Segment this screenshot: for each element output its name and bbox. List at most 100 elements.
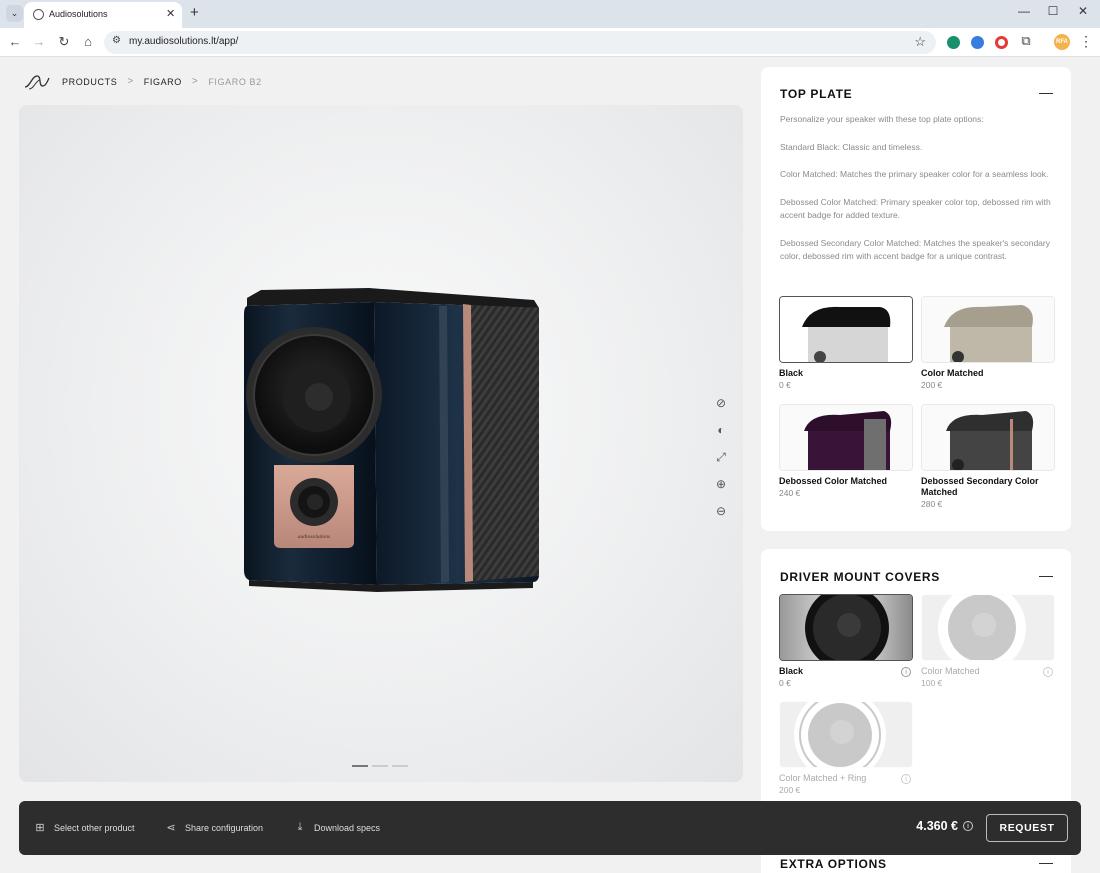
grid-icon: ⊞ xyxy=(35,822,45,834)
extension-record-icon[interactable] xyxy=(995,36,1008,49)
window-maximize-button[interactable]: ☐ xyxy=(1043,4,1063,18)
breadcrumb: PRODUCTS > FIGARO > FIGARO B2 xyxy=(62,76,262,87)
driver-mount-covers-collapse-icon[interactable]: — xyxy=(1039,567,1053,583)
top-plate-title: TOP PLATE xyxy=(780,87,853,101)
address-bar[interactable]: ⚙ my.audiosolutions.lt/app/ ☆ xyxy=(104,31,936,54)
option-thumbnail xyxy=(779,296,913,363)
home-icon[interactable]: ⌂ xyxy=(80,34,96,49)
audiosolutions-logo-icon[interactable] xyxy=(24,72,50,90)
description-paragraph: Debossed Secondary Color Matched: Matche… xyxy=(780,237,1050,262)
breadcrumb-figaro[interactable]: FIGARO xyxy=(144,77,182,87)
url-text[interactable]: my.audiosolutions.lt/app/ xyxy=(129,36,238,47)
description-paragraph: Debossed Color Matched: Primary speaker … xyxy=(780,196,1051,221)
breadcrumb-products[interactable]: PRODUCTS xyxy=(62,77,117,87)
forward-arrow-icon[interactable]: → xyxy=(31,34,47,49)
window-close-button[interactable]: ✕ xyxy=(1073,4,1093,18)
download-specs-button[interactable]: ⤓ Download specs xyxy=(294,821,380,834)
top-plate-option-color-matched[interactable]: Color Matched 200 € xyxy=(921,296,1055,390)
tab-search-button[interactable]: ⌄ xyxy=(6,5,23,22)
back-arrow-icon[interactable]: ← xyxy=(7,34,23,49)
view-dot[interactable] xyxy=(352,765,368,767)
info-icon[interactable]: i xyxy=(901,774,911,784)
driver-mount-covers-title: DRIVER MOUNT COVERS xyxy=(780,570,940,584)
breadcrumb-separator: > xyxy=(191,76,199,87)
extra-options-collapse-icon[interactable]: — xyxy=(1039,854,1053,870)
zoom-out-icon[interactable]: ⊖ xyxy=(713,503,729,519)
info-icon[interactable]: i xyxy=(1043,667,1053,677)
site-info-icon[interactable]: ⚙ xyxy=(112,35,121,46)
globe-icon xyxy=(33,9,44,20)
option-thumbnail xyxy=(779,404,913,471)
tab-close-button[interactable]: ✕ xyxy=(166,7,175,20)
option-name: Black xyxy=(779,368,804,378)
option-thumbnail xyxy=(921,594,1055,661)
download-icon: ⤓ xyxy=(297,821,303,833)
browser-menu-icon[interactable]: ⋮ xyxy=(1079,33,1093,50)
top-plate-option-debossed-color-matched[interactable]: Debossed Color Matched 240 € xyxy=(779,404,913,498)
configurator-page: PRODUCTS > FIGARO > FIGARO B2 audiosolut… xyxy=(0,58,1100,873)
breadcrumb-separator: > xyxy=(127,76,134,87)
zoom-in-icon[interactable]: ⊕ xyxy=(713,476,729,492)
select-other-product-label: Select other product xyxy=(54,822,135,833)
option-thumbnail xyxy=(921,404,1055,471)
option-thumbnail xyxy=(779,594,913,661)
select-other-product-button[interactable]: ⊞ Select other product xyxy=(34,821,135,834)
bookmark-star-icon[interactable]: ☆ xyxy=(914,34,926,50)
driver-cover-option-color-matched-ring[interactable]: Color Matched + Ring 200 € i xyxy=(779,701,913,795)
fullscreen-icon[interactable]: ⤢ xyxy=(713,449,729,465)
option-price: 240 € xyxy=(779,488,801,498)
reload-icon[interactable]: ↻ xyxy=(56,34,72,50)
driver-cover-option-color-matched[interactable]: Color Matched 100 € i xyxy=(921,594,1055,688)
description-paragraph: Color Matched: Matches the primary speak… xyxy=(780,169,1049,179)
option-name: Color Matched xyxy=(921,666,980,676)
option-thumbnail xyxy=(779,701,913,768)
speaker-brand-text: audiosolutions xyxy=(298,534,330,540)
option-name: Debossed Color Matched xyxy=(779,476,888,486)
browser-toolbar: ← → ↻ ⌂ ⚙ my.audiosolutions.lt/app/ ☆ ⧉ … xyxy=(0,28,1100,57)
driver-mount-covers-panel: DRIVER MOUNT COVERS — Black 0 € i Color … xyxy=(761,549,1071,839)
share-configuration-button[interactable]: ⋖ Share configuration xyxy=(165,821,263,834)
extension-sync-icon[interactable] xyxy=(971,36,984,49)
option-price: 200 € xyxy=(779,785,801,795)
download-specs-label: Download specs xyxy=(314,822,381,833)
option-name: Black xyxy=(779,666,804,676)
breadcrumb-figaro-b2: FIGARO B2 xyxy=(208,76,262,87)
top-plate-option-debossed-secondary[interactable]: Debossed Secondary Color Matched 280 € xyxy=(921,404,1055,509)
driver-cover-option-black[interactable]: Black 0 € i xyxy=(779,594,913,688)
option-name: Color Matched + Ring xyxy=(779,773,867,783)
new-tab-button[interactable]: + xyxy=(190,4,199,21)
product-3d-viewer[interactable]: audiosolutions ⊘ ◐ ⤢ ⊕ ⊖ xyxy=(19,105,743,782)
description-paragraph: Personalize your speaker with these top … xyxy=(780,114,984,124)
total-price: 4.360 € i xyxy=(916,819,973,833)
info-icon[interactable]: i xyxy=(963,821,973,831)
option-price: 0 € xyxy=(779,380,791,390)
contrast-icon[interactable]: ◐ xyxy=(713,422,729,438)
extra-options-title: EXTRA OPTIONS xyxy=(780,857,887,871)
top-plate-description: Personalize your speaker with these top … xyxy=(780,113,1058,278)
share-icon: ⋖ xyxy=(166,822,176,834)
bottom-action-bar: ⊞ Select other product ⋖ Share configura… xyxy=(19,801,1081,855)
browser-tab[interactable]: Audiosolutions ✕ xyxy=(24,2,182,28)
profile-avatar[interactable]: RFA xyxy=(1054,34,1070,50)
top-plate-option-black[interactable]: Black 0 € xyxy=(779,296,913,390)
tab-title: Audiosolutions xyxy=(49,9,108,19)
option-thumbnail xyxy=(921,296,1055,363)
window-minimize-button[interactable]: — xyxy=(1014,4,1034,18)
extensions-puzzle-icon[interactable]: ⧉ xyxy=(1018,33,1034,49)
view-dot[interactable] xyxy=(372,765,388,767)
share-configuration-label: Share configuration xyxy=(185,822,264,833)
option-price: 0 € xyxy=(779,678,791,688)
top-plate-panel: TOP PLATE — Personalize your speaker wit… xyxy=(761,67,1071,531)
request-button[interactable]: REQUEST xyxy=(986,814,1068,842)
option-price: 200 € xyxy=(921,380,943,390)
speaker-render[interactable]: audiosolutions xyxy=(239,280,539,595)
description-paragraph: Standard Black: Classic and timeless. xyxy=(780,141,923,152)
total-price-value: 4.360 € xyxy=(916,819,958,833)
option-name: Color Matched xyxy=(921,368,984,378)
viewer-toolbar: ⊘ ◐ ⤢ ⊕ ⊖ xyxy=(713,395,729,519)
info-icon[interactable]: i xyxy=(901,667,911,677)
extension-grammarly-icon[interactable] xyxy=(947,36,960,49)
view-dot[interactable] xyxy=(392,765,408,767)
hide-icon[interactable]: ⊘ xyxy=(713,395,729,411)
top-plate-collapse-icon[interactable]: — xyxy=(1039,84,1053,100)
